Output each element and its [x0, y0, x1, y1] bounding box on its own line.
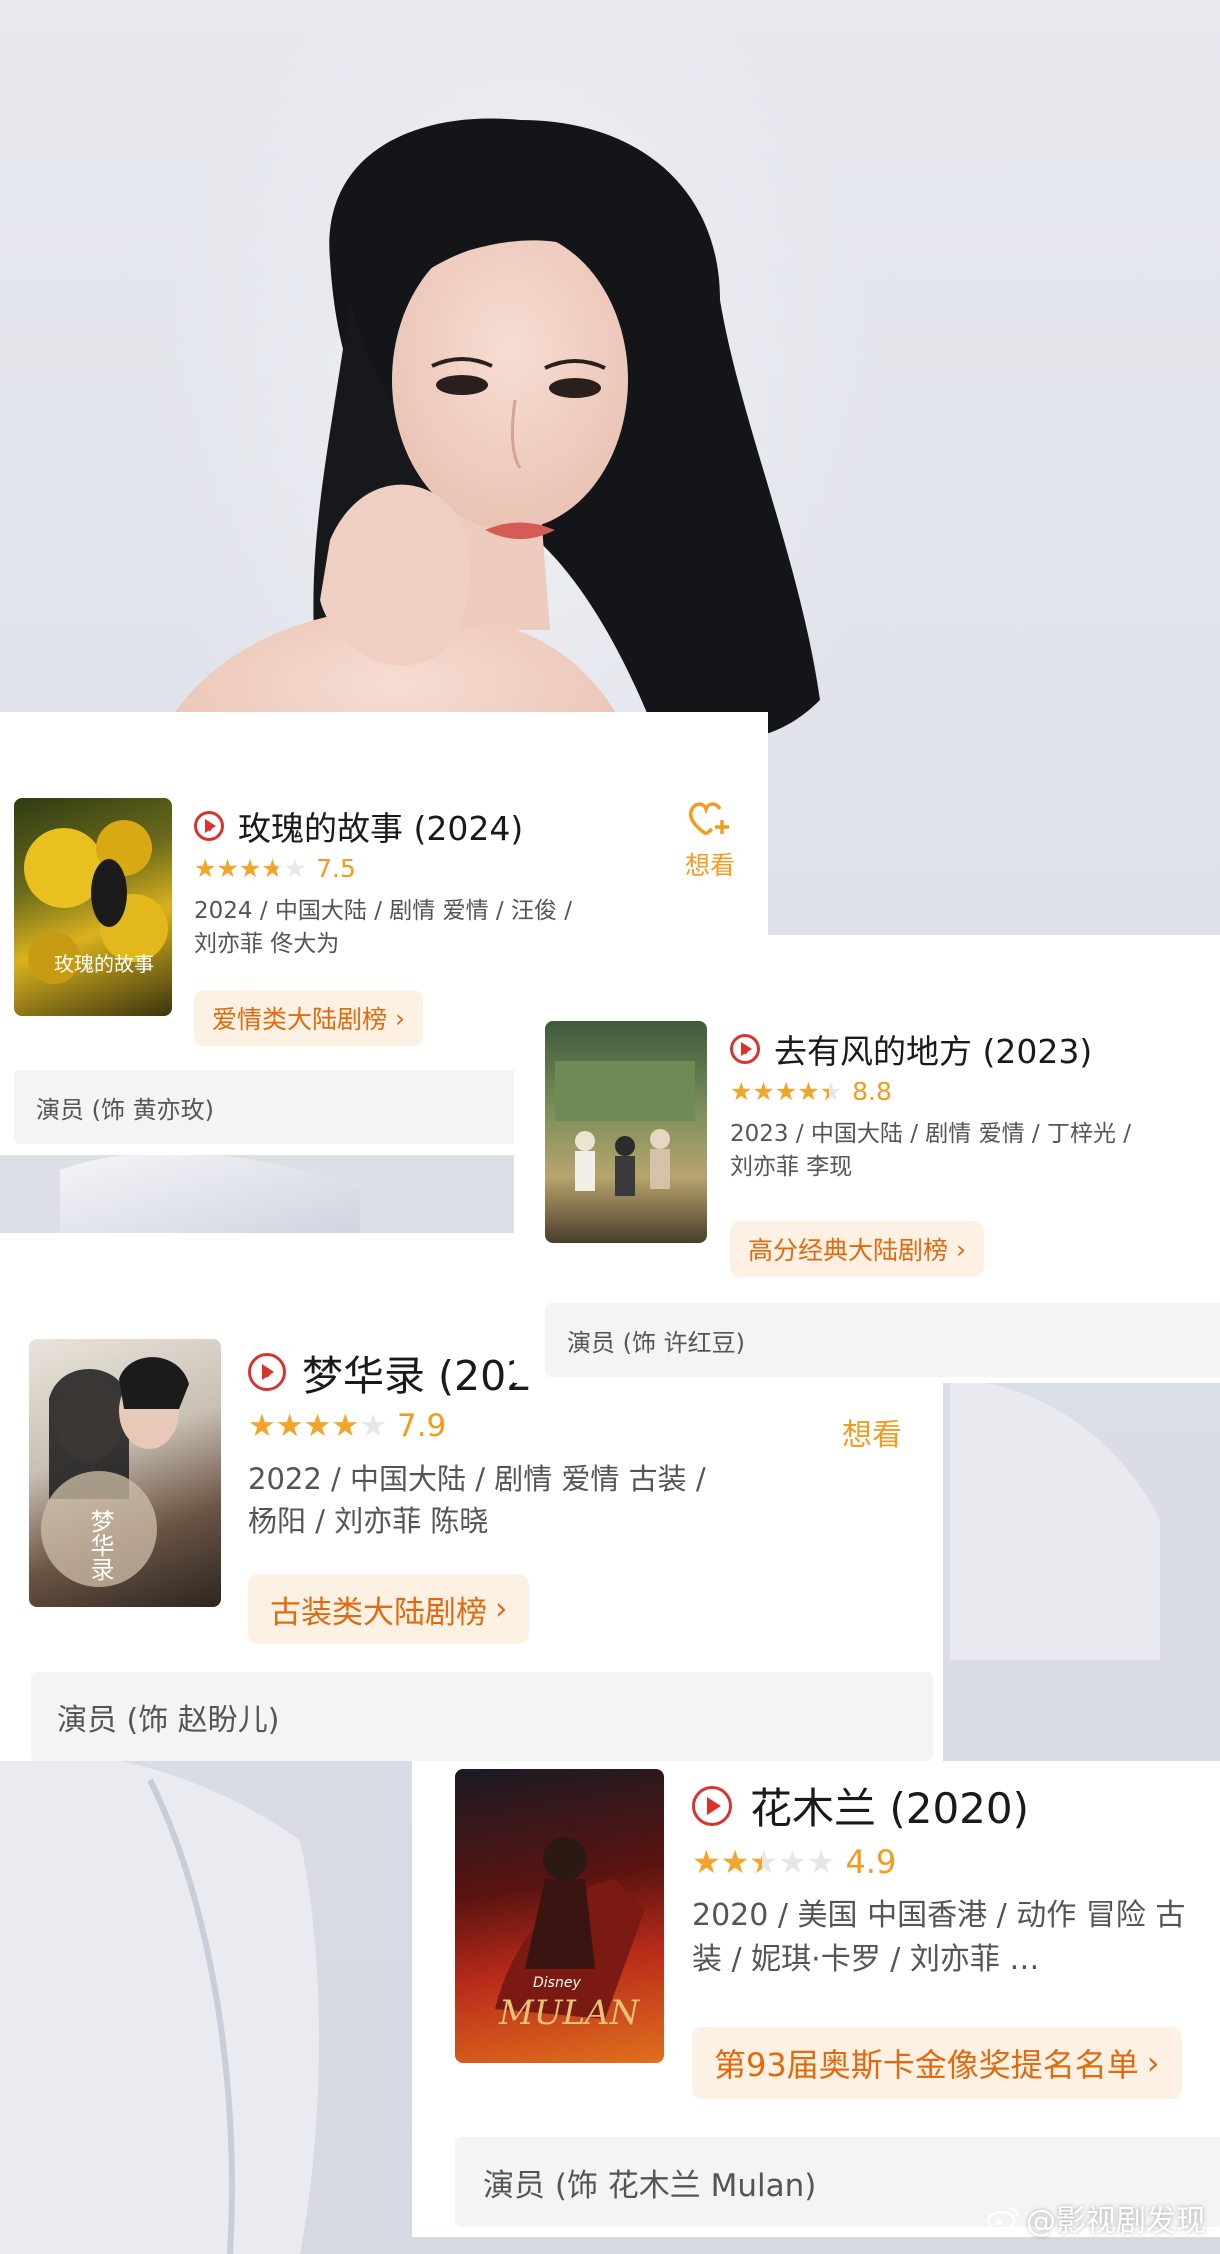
chevron-right-icon: ›: [395, 1003, 406, 1033]
role-box: 演员 (饰 许红豆): [545, 1303, 1220, 1377]
star-icon: ★★: [248, 1408, 276, 1444]
movie-title[interactable]: 花木兰 (2020): [750, 1775, 1029, 1836]
ranking-tag[interactable]: 古装类大陆剧榜 ›: [248, 1574, 530, 1644]
star-icon: ★★: [819, 1077, 843, 1106]
courtyard-scene-graphic: [555, 1061, 695, 1196]
star-icon: ★★: [261, 854, 284, 883]
star-icon: ★★: [692, 1843, 721, 1881]
play-icon[interactable]: [692, 1785, 732, 1826]
want-label: 想看: [684, 851, 735, 880]
rating-stars: ★★★★★★★★★★4.9: [692, 1843, 896, 1881]
star-icon: ★★: [752, 1077, 775, 1106]
star-icon: ★★: [359, 1408, 387, 1444]
chevron-right-icon: ›: [956, 1234, 967, 1264]
rose-flowers-graphic: [24, 820, 168, 984]
ranking-tag[interactable]: 高分经典大陆剧榜 ›: [730, 1221, 985, 1277]
rating-stars: ★★★★★★★★★★7.5: [194, 854, 356, 883]
star-icon: ★★: [275, 1408, 304, 1444]
watermark: @影视剧发现: [986, 2196, 1206, 2240]
star-icon: ★★: [194, 854, 217, 883]
chevron-right-icon: ›: [1146, 2044, 1160, 2082]
poster-title-text: 梦华录: [86, 1509, 114, 1581]
star-icon: ★★: [720, 1843, 750, 1881]
role-text: 演员 (饰 赵盼儿): [57, 1702, 280, 1738]
role-text: 演员 (饰 黄亦玫): [36, 1095, 214, 1124]
ranking-tag-label: 爱情类大陆剧榜: [212, 1005, 388, 1034]
star-icon: ★★: [749, 1843, 779, 1881]
role-text: 演员 (饰 花木兰 Mulan): [483, 2167, 817, 2204]
movie-title[interactable]: 玫瑰的故事 (2024): [238, 802, 523, 850]
poster-title-text: MULAN: [499, 1993, 640, 2033]
ranking-tag[interactable]: 爱情类大陆剧榜 ›: [194, 990, 424, 1046]
star-icon: ★★: [331, 1408, 360, 1444]
rating-stars: ★★★★★★★★★★8.8: [730, 1077, 892, 1106]
want-to-watch-button[interactable]: 想看: [834, 1410, 910, 1454]
poster-image[interactable]: [545, 1021, 707, 1243]
star-icon: ★★: [283, 854, 307, 883]
role-box: 演员 (饰 赵盼儿): [31, 1672, 933, 1761]
weibo-icon: [986, 2206, 1019, 2232]
rating-score: 4.9: [845, 1843, 897, 1881]
poster-image[interactable]: 梦华录: [29, 1339, 221, 1607]
poster-image[interactable]: Disney MULAN: [455, 1769, 664, 2063]
play-icon[interactable]: [248, 1353, 286, 1391]
ranking-tag[interactable]: 第93届奥斯卡金像奖提名名单 ›: [692, 2027, 1182, 2099]
movie-card[interactable]: Disney MULAN 花木兰 (2020) ★★★★★★★★★★4.9 20…: [412, 1761, 1220, 2237]
movie-title[interactable]: 梦华录 (202: [302, 1342, 532, 1402]
star-icon: ★★: [216, 854, 239, 883]
star-icon: ★★: [774, 1077, 798, 1106]
role-text: 演员 (饰 许红豆): [567, 1328, 745, 1357]
star-icon: ★★: [778, 1843, 807, 1881]
star-icon: ★★: [238, 854, 262, 883]
star-icon: ★★: [797, 1077, 820, 1106]
movie-meta: 2022 / 中国大陆 / 剧情 爱情 古装 / 杨阳 / 刘亦菲 陈晓: [248, 1462, 706, 1539]
want-to-watch-button[interactable]: 想看: [680, 800, 740, 882]
ranking-tag-label: 高分经典大陆剧榜: [748, 1236, 949, 1265]
couple-graphic: [41, 1357, 189, 1587]
ranking-tag-label: 古装类大陆剧榜: [270, 1594, 487, 1631]
rating-score: 7.5: [316, 854, 356, 883]
movie-card[interactable]: 去有风的地方 (2023) ★★★★★★★★★★8.8 2023 / 中国大陆 …: [514, 935, 1220, 1383]
rating-score: 7.9: [396, 1408, 447, 1444]
heart-plus-icon: [688, 802, 729, 836]
star-icon: ★★: [806, 1843, 836, 1881]
poster-brand-text: Disney: [533, 1975, 581, 1991]
rating-stars: ★★★★★★★★★★7.9: [248, 1408, 446, 1444]
movie-title[interactable]: 去有风的地方 (2023): [774, 1025, 1092, 1073]
star-icon: ★★: [730, 1077, 753, 1106]
star-icon: ★★: [303, 1408, 332, 1444]
watermark-text: @影视剧发现: [1026, 2204, 1206, 2239]
poster-image[interactable]: 玫瑰的故事: [14, 798, 172, 1016]
ranking-tag-label: 第93届奥斯卡金像奖提名名单: [714, 2046, 1139, 2084]
movie-meta: 2020 / 美国 中国香港 / 动作 冒险 古装 / 妮琪·卡罗 / 刘亦菲 …: [692, 1898, 1186, 1977]
rating-score: 8.8: [852, 1077, 892, 1106]
play-icon[interactable]: [194, 811, 224, 841]
play-icon[interactable]: [730, 1034, 760, 1064]
want-label: 想看: [842, 1418, 902, 1453]
chevron-right-icon: ›: [495, 1591, 508, 1627]
poster-title-text: 玫瑰的故事: [54, 952, 154, 976]
movie-meta: 2023 / 中国大陆 / 剧情 爱情 / 丁梓光 / 刘亦菲 李现: [730, 1121, 1132, 1181]
